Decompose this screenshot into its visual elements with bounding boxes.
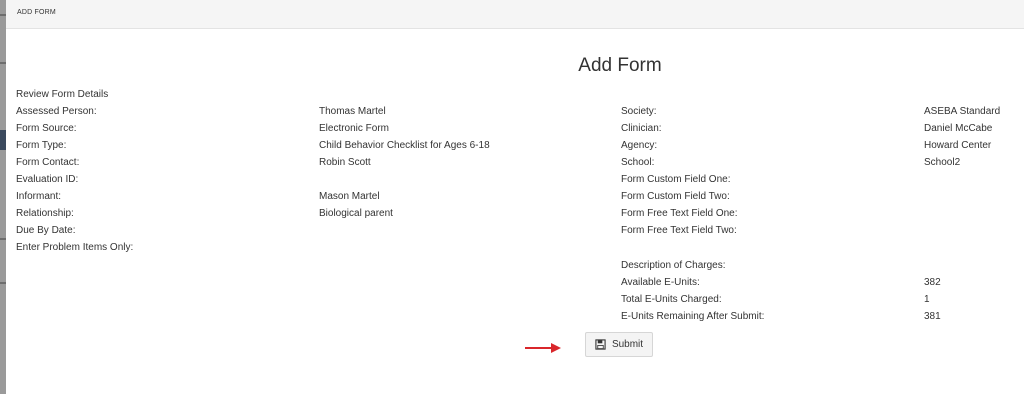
left-edge-notch <box>0 282 6 284</box>
field-label: Agency: <box>621 140 658 151</box>
field-value: Electronic Form <box>319 123 390 134</box>
field-value: Biological parent <box>319 208 393 219</box>
dialog-header: ADD FORM <box>6 0 1024 29</box>
charges-value: 382 <box>924 277 941 288</box>
charges-label: Total E-Units Charged: <box>621 294 722 305</box>
red-arrow-icon <box>525 343 561 353</box>
field-label: Clinician: <box>621 123 662 134</box>
field-label: Informant: <box>16 191 62 202</box>
field-label: Form Free Text Field Two: <box>621 225 737 236</box>
field-label: Society: <box>621 106 657 117</box>
left-edge-strip <box>0 0 6 394</box>
charges-label: E-Units Remaining After Submit: <box>621 311 765 322</box>
field-label: Relationship: <box>16 208 74 219</box>
left-edge-notch <box>0 62 6 64</box>
field-label: Form Custom Field One: <box>621 174 731 185</box>
field-value: Mason Martel <box>319 191 380 202</box>
field-label: Enter Problem Items Only: <box>16 242 134 253</box>
field-value: Robin Scott <box>319 157 371 168</box>
section-title: Review Form Details <box>16 89 109 100</box>
save-icon <box>595 339 606 350</box>
field-label: Evaluation ID: <box>16 174 79 185</box>
field-value: ASEBA Standard <box>924 106 1001 117</box>
field-label: Form Contact: <box>16 157 80 168</box>
submit-label: Submit <box>611 339 644 350</box>
charges-value: 381 <box>924 311 941 322</box>
field-value: Thomas Martel <box>319 106 386 117</box>
charges-label: Description of Charges: <box>621 260 726 271</box>
left-edge-marker <box>0 130 6 150</box>
field-label: Form Free Text Field One: <box>621 208 738 219</box>
submit-button[interactable]: Submit <box>585 332 653 357</box>
charges-value: 1 <box>924 294 930 305</box>
field-value: Howard Center <box>924 140 992 151</box>
left-edge-notch <box>0 238 6 240</box>
dialog-header-title: ADD FORM <box>17 9 56 16</box>
field-label: Assessed Person: <box>16 106 97 117</box>
charges-label: Available E-Units: <box>621 277 700 288</box>
field-value: Child Behavior Checklist for Ages 6-18 <box>319 140 490 151</box>
field-value: Daniel McCabe <box>924 123 993 134</box>
field-label: Form Custom Field Two: <box>621 191 730 202</box>
field-label: Form Type: <box>16 140 67 151</box>
field-label: School: <box>621 157 655 168</box>
field-label: Due By Date: <box>16 225 76 236</box>
page-title: Add Form <box>578 55 662 76</box>
field-label: Form Source: <box>16 123 77 134</box>
field-value: School2 <box>924 157 961 168</box>
